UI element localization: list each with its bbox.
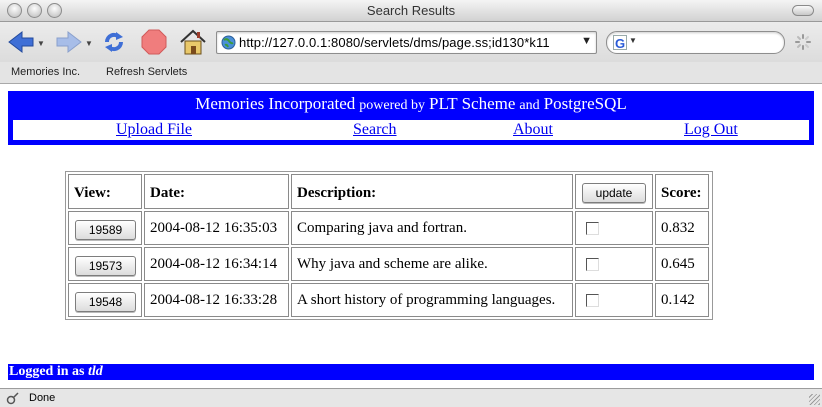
header-update: update bbox=[575, 174, 653, 209]
table-row-score: 0.142 bbox=[655, 283, 709, 317]
url-dropdown-icon[interactable]: ▼ bbox=[581, 35, 592, 47]
nav-logout-link[interactable]: Log Out bbox=[684, 121, 738, 139]
table-row-view-cell: 19589 bbox=[68, 211, 142, 245]
update-button[interactable]: update bbox=[582, 183, 646, 203]
table-row-description: A short history of programming languages… bbox=[291, 283, 573, 317]
view-document-button[interactable]: 19589 bbox=[75, 220, 136, 240]
forward-history-dropdown-icon[interactable]: ▼ bbox=[85, 39, 93, 48]
table-row-description: Why java and scheme are alike. bbox=[291, 247, 573, 281]
select-checkbox[interactable] bbox=[586, 258, 599, 271]
back-arrow-icon bbox=[8, 30, 34, 54]
table-row-view-cell: 19548 bbox=[68, 283, 142, 317]
loading-throbber-icon bbox=[795, 34, 811, 50]
stop-button[interactable] bbox=[139, 28, 169, 56]
bookmarks-bar: Memories Inc. Refresh Servlets bbox=[0, 62, 822, 84]
search-engine-dropdown-icon[interactable]: ▼ bbox=[629, 36, 637, 45]
table-row-score: 0.832 bbox=[655, 211, 709, 245]
home-icon bbox=[180, 29, 206, 55]
view-document-button[interactable]: 19573 bbox=[75, 256, 136, 276]
table-row-date: 2004-08-12 16:35:03 bbox=[144, 211, 289, 245]
bookmark-memories-inc[interactable]: Memories Inc. bbox=[11, 66, 80, 78]
table-row-select-cell bbox=[575, 211, 653, 245]
google-search-engine-icon[interactable]: G bbox=[613, 35, 627, 51]
browser-statusbar: Done bbox=[0, 388, 822, 407]
nav-search-link[interactable]: Search bbox=[353, 121, 397, 139]
search-bar[interactable]: G ▼ bbox=[606, 31, 785, 54]
back-history-dropdown-icon[interactable]: ▼ bbox=[37, 39, 45, 48]
url-text[interactable]: http://127.0.0.1:8080/servlets/dms/page.… bbox=[239, 35, 569, 50]
header-date: Date: bbox=[144, 174, 289, 209]
table-row-view-cell: 19573 bbox=[68, 247, 142, 281]
status-text: Done bbox=[29, 392, 56, 404]
site-banner: Memories Incorporated powered by PLT Sch… bbox=[8, 91, 814, 145]
logged-in-user: tld bbox=[87, 364, 103, 379]
table-row-description: Comparing java and fortran. bbox=[291, 211, 573, 245]
site-nav: Upload File Search About Log Out bbox=[13, 120, 809, 140]
forward-button[interactable] bbox=[54, 28, 84, 56]
address-bar[interactable]: http://127.0.0.1:8080/servlets/dms/page.… bbox=[216, 31, 597, 54]
reload-button[interactable] bbox=[99, 28, 129, 56]
back-button[interactable] bbox=[6, 28, 36, 56]
forward-arrow-icon bbox=[56, 30, 82, 54]
connection-status-icon bbox=[6, 392, 19, 405]
table-row-date: 2004-08-12 16:33:28 bbox=[144, 283, 289, 317]
nav-about-link[interactable]: About bbox=[513, 121, 553, 139]
login-status-bar: Logged in as tld bbox=[8, 364, 814, 380]
select-checkbox[interactable] bbox=[586, 222, 599, 235]
view-document-button[interactable]: 19548 bbox=[75, 292, 136, 312]
search-results-table: View: Date: Description: update Score: 1… bbox=[65, 171, 713, 320]
globe-icon bbox=[221, 35, 236, 50]
table-row-date: 2004-08-12 16:34:14 bbox=[144, 247, 289, 281]
window-titlebar: Search Results bbox=[0, 0, 822, 22]
reload-icon bbox=[104, 32, 124, 52]
table-row-select-cell bbox=[575, 247, 653, 281]
home-button[interactable] bbox=[178, 28, 208, 56]
bookmark-refresh-servlets[interactable]: Refresh Servlets bbox=[106, 66, 187, 78]
site-title: Memories Incorporated powered by PLT Sch… bbox=[195, 94, 627, 113]
resize-grip-icon[interactable] bbox=[809, 394, 820, 405]
window-title: Search Results bbox=[366, 3, 456, 18]
stop-icon bbox=[141, 29, 167, 55]
logged-in-label: Logged in as bbox=[9, 364, 85, 379]
header-view: View: bbox=[68, 174, 142, 209]
select-checkbox[interactable] bbox=[586, 294, 599, 307]
nav-upload-file-link[interactable]: Upload File bbox=[116, 121, 192, 139]
header-score: Score: bbox=[655, 174, 709, 209]
toolbar-toggle-button[interactable] bbox=[792, 5, 814, 16]
table-row-score: 0.645 bbox=[655, 247, 709, 281]
header-description: Description: bbox=[291, 174, 573, 209]
table-row-select-cell bbox=[575, 283, 653, 317]
